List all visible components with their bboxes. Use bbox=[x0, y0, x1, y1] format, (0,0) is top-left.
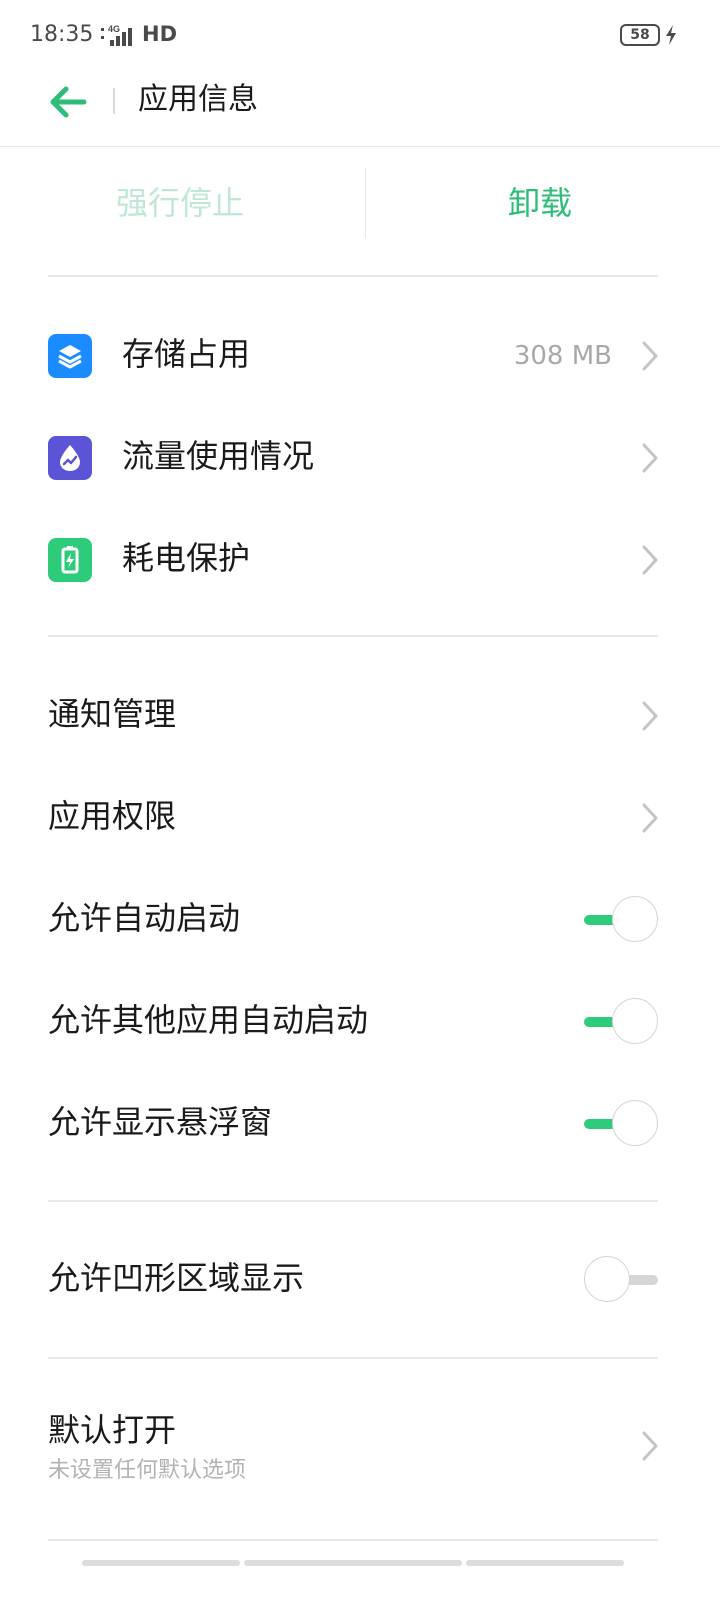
data-usage-icon bbox=[48, 436, 92, 480]
default-open-row[interactable]: 默认打开 未设置任何默认选项 bbox=[0, 1396, 720, 1506]
chevron-right-icon bbox=[642, 341, 658, 371]
app-permissions-label: 应用权限 bbox=[48, 797, 177, 835]
app-permissions-row[interactable]: 应用权限 bbox=[0, 772, 720, 864]
floating-window-label: 允许显示悬浮窗 bbox=[48, 1103, 273, 1141]
section-divider bbox=[48, 275, 658, 277]
chevron-right-icon bbox=[642, 701, 658, 731]
uninstall-button[interactable]: 卸载 bbox=[360, 160, 720, 246]
header-divider bbox=[113, 88, 115, 114]
storage-value: 308 MB bbox=[513, 341, 612, 371]
auto-start-label: 允许自动启动 bbox=[48, 899, 241, 937]
action-row: 强行停止 卸载 bbox=[0, 160, 720, 246]
network-badge: 4G bbox=[108, 24, 120, 34]
storage-layers-icon bbox=[48, 334, 92, 378]
battery-protect-row[interactable]: 耗电保护 bbox=[0, 514, 720, 606]
notch-display-toggle[interactable] bbox=[584, 1256, 660, 1304]
other-apps-auto-start-label: 允许其他应用自动启动 bbox=[48, 1001, 369, 1039]
section-divider bbox=[48, 1357, 658, 1359]
nav-gesture-bar[interactable] bbox=[466, 1560, 624, 1566]
section-divider bbox=[48, 1539, 658, 1541]
data-usage-label: 流量使用情况 bbox=[122, 437, 315, 475]
battery-protect-icon bbox=[48, 538, 92, 582]
default-open-sublabel: 未设置任何默认选项 bbox=[48, 1458, 247, 1483]
battery-protect-label: 耗电保护 bbox=[122, 539, 251, 577]
floating-window-row: 允许显示悬浮窗 bbox=[0, 1078, 720, 1170]
network-type: HD bbox=[142, 22, 178, 46]
other-apps-auto-start-row: 允许其他应用自动启动 bbox=[0, 976, 720, 1068]
arrow-left-icon bbox=[50, 86, 87, 118]
default-open-label: 默认打开 bbox=[48, 1411, 177, 1449]
chevron-right-icon bbox=[642, 1431, 658, 1461]
signal-icon: 4G bbox=[101, 24, 132, 46]
section-divider bbox=[48, 1200, 658, 1202]
notification-management-label: 通知管理 bbox=[48, 695, 177, 733]
nav-gesture-bar[interactable] bbox=[82, 1560, 240, 1566]
auto-start-toggle[interactable] bbox=[584, 896, 660, 944]
toggle-knob bbox=[612, 1100, 658, 1146]
storage-label: 存储占用 bbox=[122, 335, 251, 373]
status-time: 18:35 bbox=[30, 22, 94, 47]
status-bar: 18:35 4G HD 58 bbox=[0, 0, 720, 72]
toggle-knob bbox=[612, 998, 658, 1044]
notification-management-row[interactable]: 通知管理 bbox=[0, 670, 720, 762]
auto-start-row: 允许自动启动 bbox=[0, 874, 720, 966]
storage-row[interactable]: 存储占用 308 MB bbox=[0, 310, 720, 402]
chevron-right-icon bbox=[642, 803, 658, 833]
data-usage-row[interactable]: 流量使用情况 bbox=[0, 412, 720, 504]
nav-gesture-bar[interactable] bbox=[244, 1560, 462, 1566]
chevron-right-icon bbox=[642, 443, 658, 473]
notch-display-row: 允许凹形区域显示 bbox=[0, 1234, 720, 1326]
header: 应用信息 bbox=[0, 72, 720, 147]
back-button[interactable] bbox=[44, 78, 92, 126]
page-title: 应用信息 bbox=[138, 82, 258, 117]
toggle-knob bbox=[612, 896, 658, 942]
toggle-knob bbox=[584, 1256, 630, 1302]
battery-indicator: 58 bbox=[620, 24, 660, 46]
battery-level: 58 bbox=[630, 27, 650, 43]
chevron-right-icon bbox=[642, 545, 658, 575]
floating-window-toggle[interactable] bbox=[584, 1100, 660, 1148]
charging-icon bbox=[666, 25, 676, 45]
other-apps-auto-start-toggle[interactable] bbox=[584, 998, 660, 1046]
force-stop-button[interactable]: 强行停止 bbox=[0, 160, 360, 246]
section-divider bbox=[48, 635, 658, 637]
notch-display-label: 允许凹形区域显示 bbox=[48, 1259, 305, 1297]
